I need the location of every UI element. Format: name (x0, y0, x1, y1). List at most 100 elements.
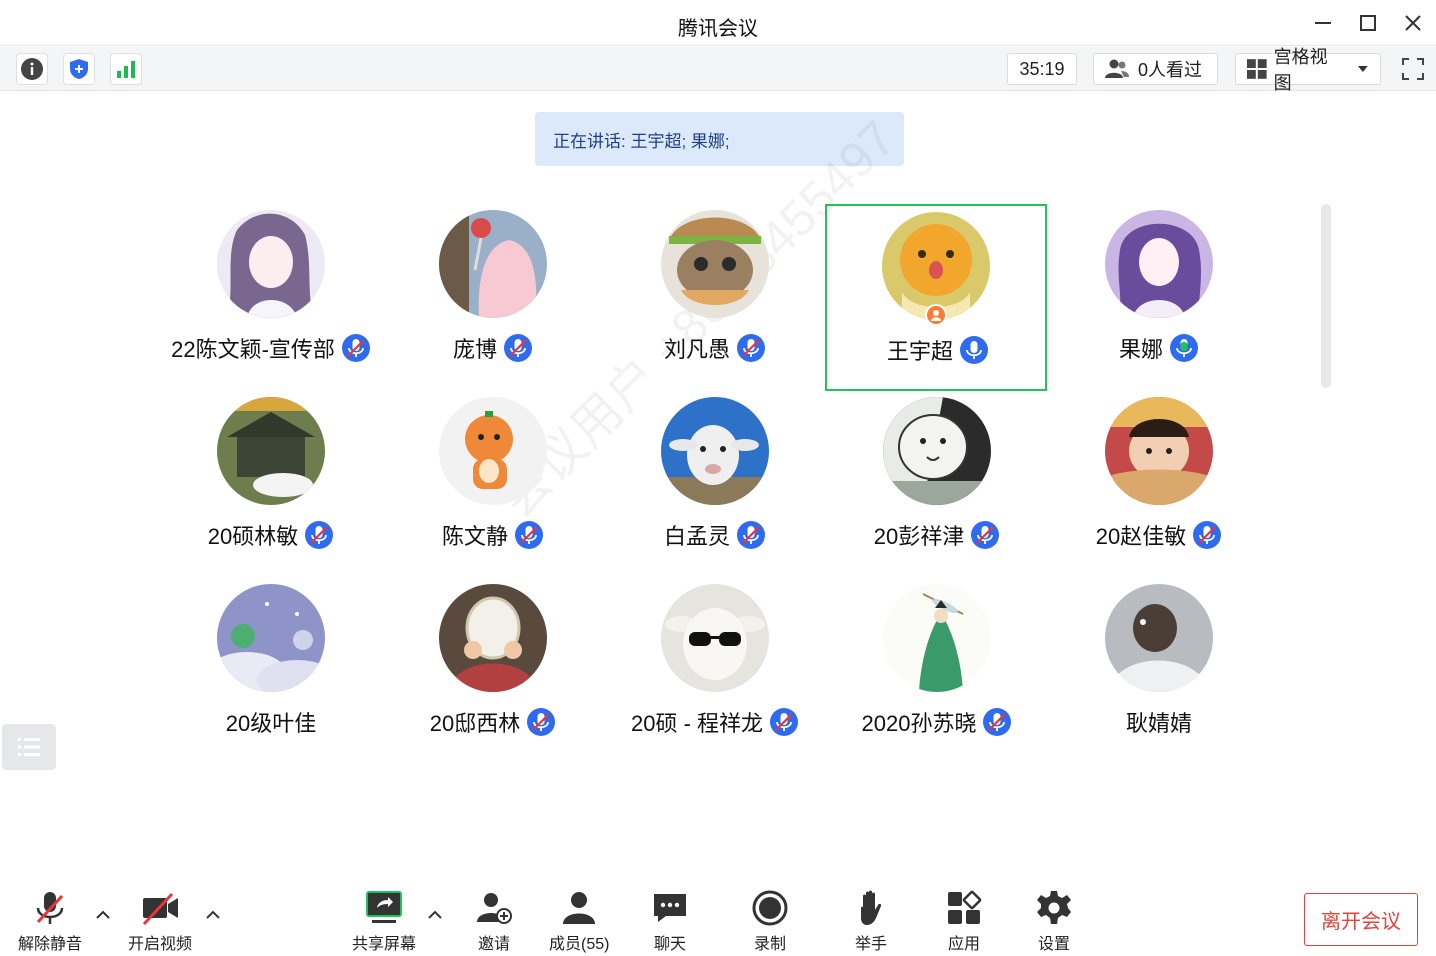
settings-button[interactable]: 设置 (1034, 888, 1074, 954)
viewers-count: 0人看过 (1138, 60, 1203, 80)
mic-muted-icon (515, 521, 543, 549)
security-button[interactable] (63, 53, 95, 85)
mic-muted-icon (770, 708, 799, 736)
close-icon (1405, 15, 1421, 31)
signal-icon (117, 61, 135, 78)
participant-tile[interactable]: 陈文静 (382, 387, 604, 574)
host-icon (931, 310, 941, 321)
mic-off-icon (36, 892, 64, 924)
participant-tile[interactable]: 22陈文颖-宣传部 (160, 200, 382, 387)
participant-tile[interactable]: 白孟灵 (604, 387, 826, 574)
host-badge (925, 304, 947, 326)
avatar (661, 397, 769, 505)
view-mode-dropdown[interactable]: 宫格视图 (1235, 47, 1381, 93)
avatar (1105, 397, 1213, 505)
participant-grid: 22陈文颖-宣传部 庞博 刘凡愚 王宇超 果娜 20硕林敏 陈文静 白孟灵 20… (160, 200, 1270, 760)
viewers-button[interactable]: 0人看过 (1093, 53, 1218, 85)
grid-view-icon (1246, 59, 1267, 79)
video-off-icon (142, 892, 178, 926)
participant-tile[interactable]: 20赵佳敏 (1048, 387, 1270, 574)
participant-tile[interactable]: 20邸西林 (382, 574, 604, 761)
maximize-icon (1360, 15, 1376, 31)
participant-name: 20硕林敏 (207, 524, 299, 549)
participant-tile[interactable]: 20硕林敏 (160, 387, 382, 574)
participant-tile[interactable]: 2020孙苏晓 (826, 574, 1048, 761)
mic-muted-icon (971, 521, 1000, 549)
participant-tile[interactable]: 20级叶佳 (160, 574, 382, 761)
avatar (1105, 584, 1213, 692)
window-title: 腾讯会议 (678, 18, 758, 40)
gear-icon (1037, 891, 1071, 924)
invite-button[interactable]: 邀请 (474, 888, 514, 954)
avatar (883, 397, 991, 505)
start-video-button[interactable]: 开启视频 (128, 888, 192, 954)
raise-hand-icon (861, 890, 882, 925)
record-icon (752, 890, 788, 926)
raise-hand-label: 举手 (854, 936, 887, 953)
fullscreen-icon (1402, 58, 1424, 80)
mic-muted-icon (1193, 521, 1222, 549)
mic-muted-icon (737, 521, 765, 549)
people-icon (1105, 59, 1129, 78)
participant-tile[interactable]: 庞博 (382, 200, 604, 387)
participant-name: 20邸西林 (429, 711, 521, 736)
leave-meeting-button[interactable]: 离开会议 (1304, 893, 1418, 946)
minimize-icon (1315, 22, 1331, 24)
participant-name: 耿婧婧 (1125, 711, 1192, 736)
participant-tile[interactable]: 20彭祥津 (826, 387, 1048, 574)
side-panel-toggle[interactable] (2, 724, 56, 770)
participant-name: 20级叶佳 (225, 711, 317, 736)
caret-down-icon (1358, 66, 1369, 72)
close-button[interactable] (1396, 8, 1430, 38)
video-options-caret-icon[interactable] (204, 906, 222, 924)
apps-label: 应用 (947, 936, 980, 953)
raise-hand-button[interactable]: 举手 (851, 888, 891, 954)
share-options-caret-icon[interactable] (426, 906, 444, 924)
members-label: 成员(55) (549, 936, 610, 953)
start-video-label: 开启视频 (128, 936, 193, 953)
avatar (439, 584, 547, 692)
unmute-label: 解除静音 (18, 936, 83, 953)
audio-options-caret-icon[interactable] (94, 906, 112, 924)
mic-on-icon (960, 336, 988, 364)
invite-label: 邀请 (477, 936, 510, 953)
mic-muted-icon (504, 334, 532, 362)
avatar (439, 210, 547, 318)
participant-name: 2020孙苏晓 (861, 711, 977, 736)
record-button[interactable]: 录制 (750, 888, 790, 954)
share-screen-icon (366, 891, 402, 923)
view-mode-label: 宫格视图 (1273, 47, 1328, 93)
minimize-button[interactable] (1306, 8, 1340, 38)
members-button[interactable]: 成员(55) (549, 888, 609, 954)
members-icon (563, 892, 596, 924)
meeting-toolbar: 35:19 0人看过 宫格视图 (0, 47, 1436, 93)
meeting-info-button[interactable] (16, 53, 48, 85)
chat-button[interactable]: 聊天 (650, 888, 690, 954)
participant-tile[interactable]: 果娜 (1048, 200, 1270, 387)
participant-name: 王宇超 (886, 339, 953, 364)
maximize-button[interactable] (1351, 8, 1385, 38)
participant-name: 庞博 (452, 337, 497, 362)
fullscreen-button[interactable] (1397, 53, 1429, 85)
apps-button[interactable]: 应用 (944, 888, 984, 954)
avatar (439, 397, 547, 505)
mic-muted-icon (983, 708, 1012, 736)
grid-scrollbar[interactable] (1321, 204, 1331, 388)
avatar (217, 397, 325, 505)
list-icon (18, 738, 40, 756)
unmute-button[interactable]: 解除静音 (18, 888, 82, 954)
mic-muted-icon (737, 334, 765, 362)
share-screen-button[interactable]: 共享屏幕 (352, 888, 416, 954)
chat-label: 聊天 (653, 936, 686, 953)
participant-tile[interactable]: 20硕 - 程祥龙 (604, 574, 826, 761)
participant-tile-active[interactable]: 王宇超 (825, 204, 1047, 391)
participant-name: 刘凡愚 (663, 337, 730, 362)
participant-name: 果娜 (1118, 337, 1163, 362)
network-status-button[interactable] (110, 53, 142, 85)
title-bar: 腾讯会议 (0, 0, 1436, 46)
participant-tile[interactable]: 耿婧婧 (1048, 574, 1270, 761)
mic-muted-icon (527, 708, 556, 736)
participant-name: 陈文静 (441, 524, 508, 549)
participant-tile[interactable]: 刘凡愚 (604, 200, 826, 387)
speaking-banner: 正在讲话: 王宇超; 果娜; (535, 112, 904, 166)
